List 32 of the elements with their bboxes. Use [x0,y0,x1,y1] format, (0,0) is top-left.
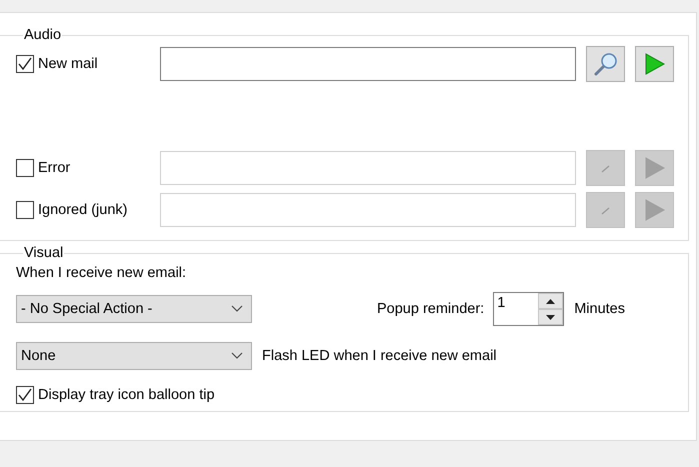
stroke-icon [600,163,610,173]
group-title: Audio [23,27,62,43]
play-icon [642,198,666,222]
play-icon [642,52,666,76]
sound-checkbox[interactable]: New mail [16,55,160,73]
led-label: Flash LED when I receive new email [262,348,497,364]
chevron-icon [231,352,243,360]
check-icon [17,387,33,403]
play-button[interactable] [635,150,674,186]
up-arrow-icon [546,298,556,304]
sound-checkbox[interactable]: Error [16,159,160,177]
balloon-checkbox[interactable]: Display tray icon balloon tip [16,386,688,404]
play-button[interactable] [635,192,674,228]
browse-button[interactable] [586,46,625,82]
minutes-spinner[interactable]: 1 [493,292,564,326]
down-arrow-icon [546,314,556,320]
led-dropdown[interactable]: None [16,342,252,370]
minutes-label: Minutes [574,301,625,317]
stroke-icon [600,205,610,215]
chevron-icon [231,305,243,313]
sound-checkbox[interactable]: Ignored (junk) [16,201,160,219]
action-dropdown[interactable]: - No Special Action - [16,295,252,323]
prompt-label: When I receive new email: [16,265,188,283]
play-icon [642,156,666,180]
check-icon [17,56,33,72]
spin-down-button[interactable] [538,309,564,325]
play-button[interactable] [635,46,674,82]
magnifier-icon [592,51,618,77]
spin-up-button[interactable] [538,293,564,309]
sound-file-field[interactable] [160,47,576,81]
popup-label: Popup reminder: [377,301,484,317]
group-title: Visual [23,245,64,261]
